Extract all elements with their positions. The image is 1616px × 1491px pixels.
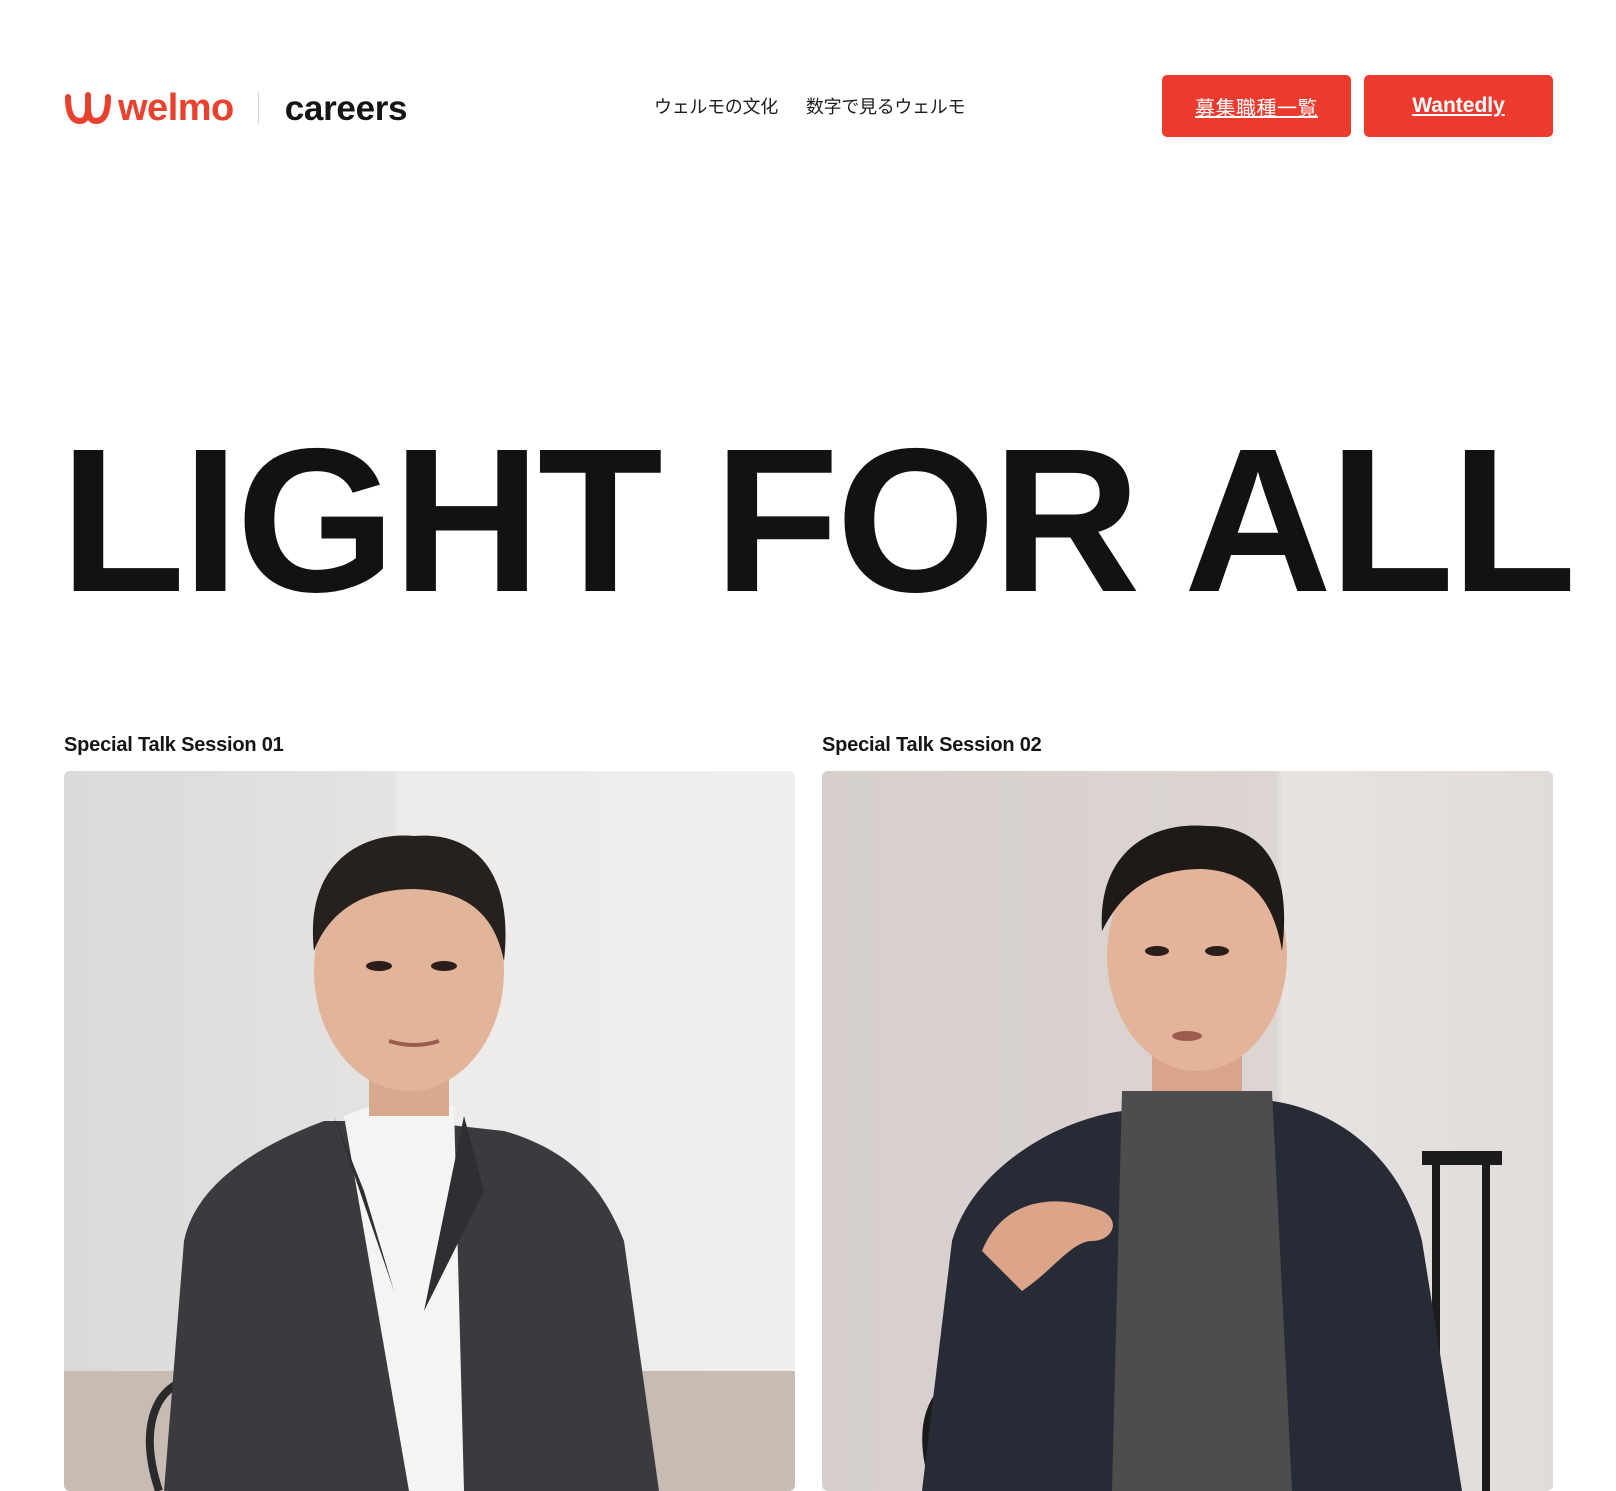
- nav-item-culture[interactable]: ウェルモの文化: [654, 93, 778, 123]
- main-nav: ウェルモの文化 数字で見るウェルモ: [654, 93, 966, 123]
- wantedly-button[interactable]: Wantedly: [1364, 75, 1553, 137]
- session-photo[interactable]: [822, 771, 1553, 1491]
- session-label: Special Talk Session 01: [64, 734, 284, 756]
- site-header: welmo careers ウェルモの文化 数字で見るウェルモ 募集職種一覧 W…: [0, 0, 1616, 200]
- session-card-02[interactable]: Special Talk Session 02: [822, 732, 1553, 1491]
- brand-name: welmo: [118, 87, 234, 129]
- session-card-01[interactable]: Special Talk Session 01: [64, 732, 795, 1491]
- hero-title: LIGHT FOR ALL: [60, 406, 1576, 635]
- job-listings-button[interactable]: 募集職種一覧: [1162, 75, 1351, 137]
- portrait-image: [64, 771, 795, 1491]
- welmo-logo[interactable]: welmo: [64, 82, 234, 134]
- portrait-image: [822, 771, 1553, 1491]
- nav-item-numbers[interactable]: 数字で見るウェルモ: [806, 93, 966, 123]
- brand-divider: [257, 92, 259, 124]
- brand[interactable]: welmo careers: [64, 82, 408, 134]
- session-photo[interactable]: [64, 771, 795, 1491]
- welmo-logo-icon: [65, 92, 111, 124]
- session-label: Special Talk Session 02: [822, 734, 1042, 756]
- brand-subtitle[interactable]: careers: [285, 91, 408, 126]
